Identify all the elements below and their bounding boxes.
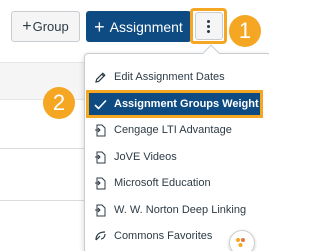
menu-item-ww-norton-deep-linking[interactable]: W. W. Norton Deep Linking bbox=[85, 199, 269, 221]
external-tool-icon bbox=[93, 150, 107, 164]
menu-item-cengage-lti-advantage[interactable]: Cengage LTI Advantage bbox=[85, 119, 269, 141]
commons-icon bbox=[93, 229, 107, 243]
app-logo-icon bbox=[236, 238, 245, 247]
kebab-dot bbox=[207, 20, 210, 23]
more-options-menu: Edit Assignment Dates Assignment Groups … bbox=[84, 44, 269, 251]
external-tool-icon bbox=[93, 203, 107, 217]
menu-item-microsoft-education[interactable]: Microsoft Education bbox=[85, 172, 269, 194]
menu-item-label: JoVE Videos bbox=[114, 151, 177, 163]
menu-item-label: Cengage LTI Advantage bbox=[114, 124, 232, 136]
more-options-button[interactable] bbox=[195, 12, 223, 40]
add-group-button[interactable]: + Group bbox=[11, 11, 80, 42]
step-callout-2: 2 bbox=[43, 87, 75, 119]
kebab-dot bbox=[207, 30, 210, 33]
plus-icon: + bbox=[22, 17, 32, 35]
help-widget-button[interactable] bbox=[229, 230, 255, 251]
menu-item-label: W. W. Norton Deep Linking bbox=[114, 204, 247, 216]
add-assignment-label: Assignment bbox=[109, 18, 183, 35]
menu-item-assignment-groups-weight[interactable]: Assignment Groups Weight bbox=[86, 90, 263, 118]
assignments-page: + Group + Assignment 1 Edit Assignment D… bbox=[0, 0, 269, 251]
menu-item-edit-assignment-dates[interactable]: Edit Assignment Dates bbox=[85, 66, 269, 88]
plus-icon: + bbox=[94, 16, 105, 37]
add-assignment-button[interactable]: + Assignment bbox=[86, 11, 191, 42]
background-divider bbox=[0, 148, 86, 149]
menu-item-label: Commons Favorites bbox=[114, 230, 213, 242]
pencil-icon bbox=[93, 70, 107, 84]
external-tool-icon bbox=[93, 123, 107, 137]
background-divider bbox=[0, 200, 86, 201]
checkmark-icon bbox=[93, 97, 107, 111]
step-callout-1: 1 bbox=[229, 15, 261, 47]
kebab-dot bbox=[207, 25, 210, 28]
menu-item-label: Assignment Groups Weight bbox=[114, 98, 259, 110]
menu-item-jove-videos[interactable]: JoVE Videos bbox=[85, 146, 269, 168]
background-row bbox=[0, 62, 86, 100]
external-tool-icon bbox=[93, 176, 107, 190]
menu-pointer bbox=[202, 44, 220, 62]
menu-item-label: Microsoft Education bbox=[114, 177, 211, 189]
add-group-label: Group bbox=[32, 19, 69, 34]
menu-item-label: Edit Assignment Dates bbox=[114, 71, 225, 83]
